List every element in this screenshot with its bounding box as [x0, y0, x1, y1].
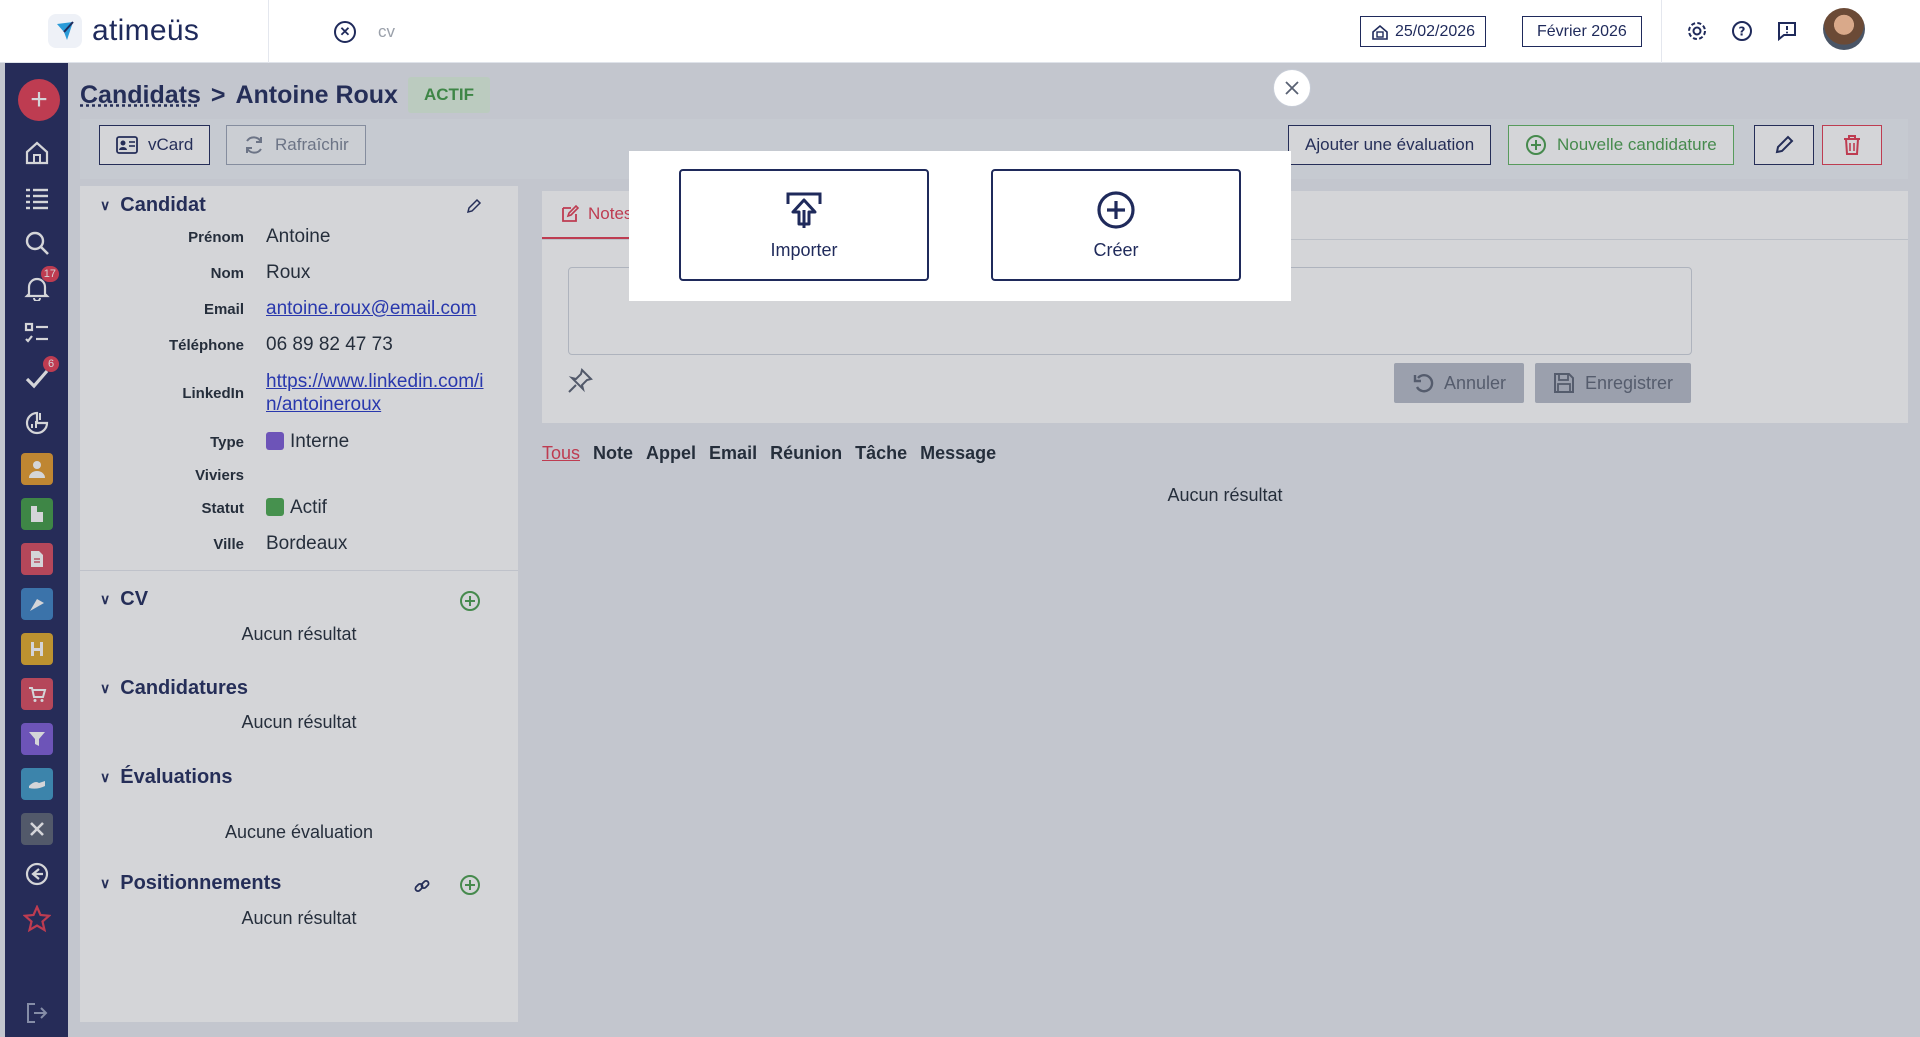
brand-name: atimeüs	[92, 14, 200, 47]
help-icon[interactable]: ?	[1730, 19, 1754, 43]
modal-backdrop[interactable]: Importer Créer	[0, 63, 1920, 1037]
user-avatar[interactable]	[1823, 8, 1865, 50]
cv-action-modal: Importer Créer	[629, 151, 1291, 301]
add-circle-icon	[1097, 190, 1135, 229]
search-input[interactable]: cv	[378, 22, 395, 42]
home-calendar-icon	[1372, 24, 1388, 40]
close-modal-icon[interactable]	[1273, 69, 1311, 107]
import-label: Importer	[770, 239, 838, 260]
logo-mark-icon	[48, 14, 82, 48]
upload-icon	[786, 192, 822, 228]
create-label: Créer	[1093, 239, 1139, 260]
top-bar: atimeüs ✕ cv 25/02/2026 Février 2026 ?	[0, 0, 1920, 63]
header-divider-right	[1661, 0, 1662, 63]
period-picker-button[interactable]: Février 2026	[1522, 16, 1642, 47]
create-button[interactable]: Créer	[991, 169, 1241, 281]
brand-logo[interactable]: atimeüs	[48, 14, 199, 48]
period-value: Février 2026	[1537, 22, 1627, 40]
date-picker-button[interactable]: 25/02/2026	[1360, 16, 1487, 47]
svg-text:?: ?	[1739, 25, 1746, 39]
header-divider	[268, 0, 269, 63]
clear-search-icon[interactable]: ✕	[334, 21, 356, 43]
date-value: 25/02/2026	[1395, 22, 1476, 40]
import-button[interactable]: Importer	[679, 169, 929, 281]
feedback-icon[interactable]	[1775, 19, 1799, 43]
settings-gear-icon[interactable]	[1685, 19, 1709, 43]
